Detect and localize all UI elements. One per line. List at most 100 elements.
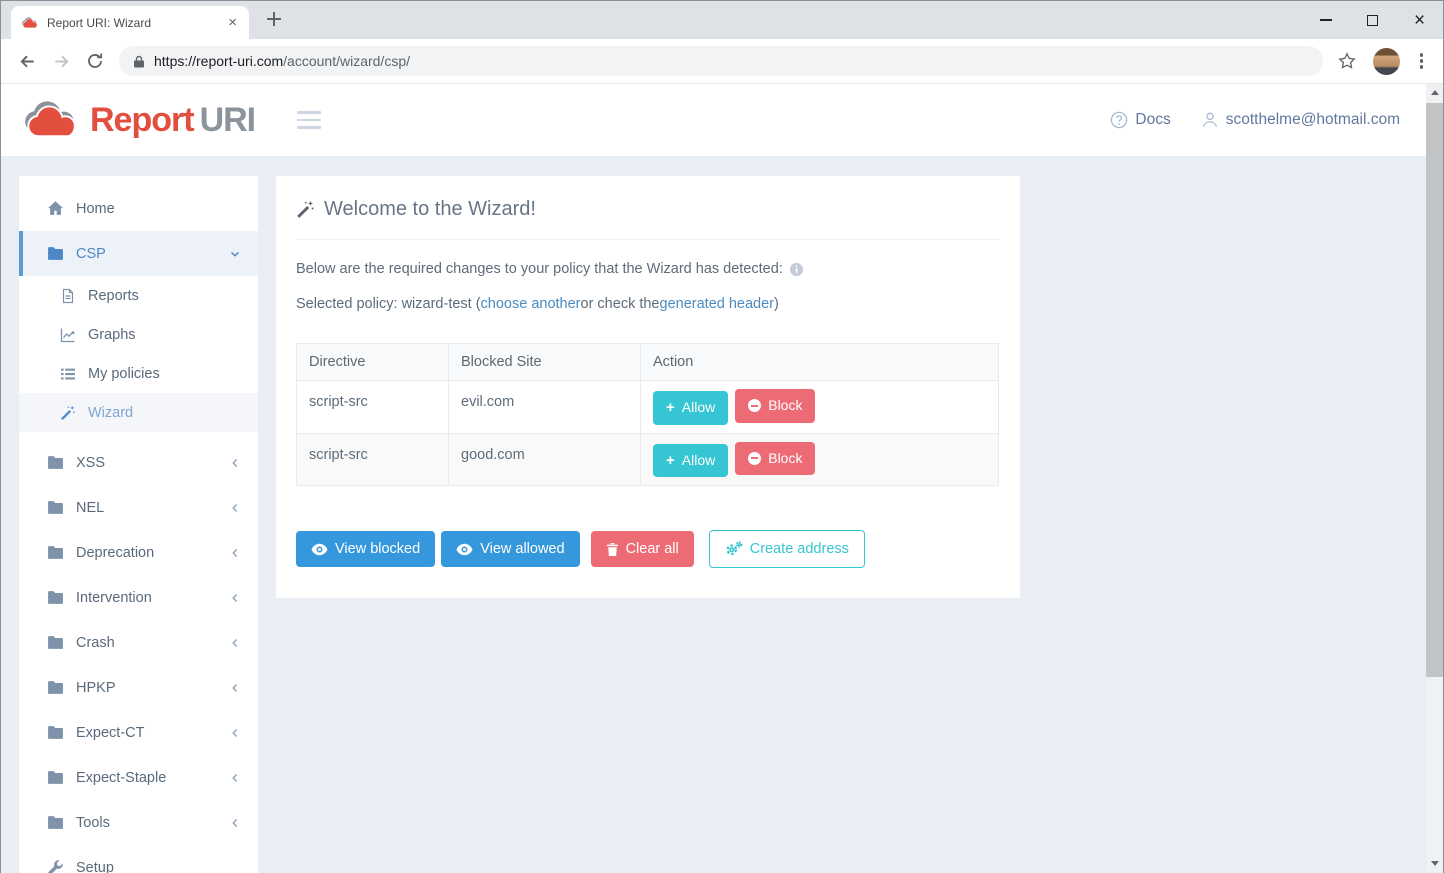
content-area: Home CSP Reports Graphs My policies Wiza… [1,156,1443,873]
view-allowed-button[interactable]: View allowed [441,531,579,567]
minus-circle-icon [748,452,761,465]
sidebar-item-expect-staple[interactable]: Expect-Staple [19,755,258,800]
list-icon [60,366,76,382]
col-directive: Directive [297,344,449,381]
docs-link[interactable]: Docs [1110,111,1170,129]
forward-button[interactable] [45,45,77,77]
site-header: ReportURI Docs scotthelme@hotmail.com [1,84,1443,156]
browser-tab[interactable]: Report URI: Wizard × [11,6,249,39]
sidebar-item-hpkp[interactable]: HPKP [19,665,258,710]
block-button[interactable]: Block [735,389,815,423]
wizard-table: Directive Blocked Site Action script-src… [296,343,999,486]
tab-title: Report URI: Wizard [47,16,216,30]
tab-close-icon[interactable]: × [224,15,241,30]
sidebar-item-label: My policies [88,366,160,382]
window-close-button[interactable]: × [1396,1,1443,39]
col-action: Action [641,344,999,381]
report-uri-logo[interactable]: ReportURI [25,101,255,140]
sidebar-item-home[interactable]: Home [19,186,258,231]
window-minimize-button[interactable] [1302,1,1349,39]
view-blocked-button[interactable]: View blocked [296,531,435,567]
table-row: script-src good.com +AllowBlock [297,433,999,486]
sidebar-item-xss[interactable]: XSS [19,440,258,485]
sidebar-item-tools[interactable]: Tools [19,800,258,845]
sidebar-item-deprecation[interactable]: Deprecation [19,530,258,575]
cell-action: +AllowBlock [641,381,999,434]
allow-button[interactable]: +Allow [653,444,728,478]
bookmark-button[interactable] [1331,45,1363,77]
magic-wand-icon [60,405,76,421]
folder-icon [47,589,64,606]
account-menu[interactable]: scotthelme@hotmail.com [1201,111,1400,129]
docs-label: Docs [1135,111,1170,129]
scrollbar-up-button[interactable] [1426,84,1443,101]
url-bar[interactable]: https://report-uri.com/account/wizard/cs… [119,46,1323,76]
header-right: Docs scotthelme@hotmail.com [1110,111,1400,129]
sidebar-item-label: Expect-Staple [76,770,166,786]
sidebar-item-graphs[interactable]: Graphs [19,315,258,354]
window-maximize-button[interactable] [1349,1,1396,39]
info-circle-icon[interactable] [789,262,804,277]
url-domain: https://report-uri.com [154,53,283,69]
chevron-down-icon [228,247,242,261]
cell-blocked-site: good.com [449,433,641,486]
eye-icon [456,543,473,556]
sidebar-item-intervention[interactable]: Intervention [19,575,258,620]
folder-icon [47,544,64,561]
scrollbar-down-button[interactable] [1426,855,1443,872]
sidebar-item-csp[interactable]: CSP [19,231,258,276]
chevron-left-icon [228,636,242,650]
gears-icon [725,541,743,557]
browser-menu-button[interactable] [1410,47,1434,75]
plus-icon: + [666,453,675,468]
generated-header-link[interactable]: generated header [660,296,775,312]
line-chart-icon [60,327,76,343]
actions-row: View blocked View allowed Clear all Crea… [296,530,1000,568]
sidebar-item-wizard[interactable]: Wizard [19,393,258,432]
chevron-left-icon [228,771,242,785]
scrollbar-thumb[interactable] [1426,103,1443,677]
page-title: Welcome to the Wizard! [324,198,536,221]
create-address-button[interactable]: Create address [709,530,865,568]
submenu-spacer [19,432,258,440]
triangle-up-icon [1431,90,1439,95]
sidebar-item-setup[interactable]: Setup [19,845,258,873]
browser-addressbar: https://report-uri.com/account/wizard/cs… [1,39,1443,84]
cell-action: +AllowBlock [641,433,999,486]
back-button[interactable] [11,45,43,77]
sidebar-item-crash[interactable]: Crash [19,620,258,665]
chevron-left-icon [228,456,242,470]
triangle-down-icon [1431,861,1439,866]
clear-all-button[interactable]: Clear all [591,531,694,567]
url-path: /account/wizard/csp/ [283,53,410,69]
plus-icon: + [666,400,675,415]
maximize-icon [1367,15,1378,26]
chevron-left-icon [228,726,242,740]
panel-header: Welcome to the Wizard! [276,176,1020,239]
selected-policy-line: Selected policy: wizard-test (choose ano… [296,296,1000,312]
sidebar-item-label: Crash [76,635,115,651]
folder-icon [47,769,64,786]
sidebar-item-reports[interactable]: Reports [19,276,258,315]
panel-body: Below are the required changes to your p… [276,240,1020,598]
dot [1420,53,1424,57]
block-button[interactable]: Block [735,442,815,476]
sidebar-item-label: HPKP [76,680,116,696]
sidebar-item-nel[interactable]: NEL [19,485,258,530]
minimize-icon [1320,19,1332,21]
new-tab-button[interactable] [261,6,287,32]
sidebar-toggle-button[interactable] [293,107,325,133]
page-scrollbar[interactable] [1426,84,1443,872]
folder-icon [47,724,64,741]
reload-button[interactable] [79,45,111,77]
wizard-panel: Welcome to the Wizard! Below are the req… [276,176,1020,598]
browser-profile-avatar[interactable] [1373,48,1400,75]
sidebar-item-expect-ct[interactable]: Expect-CT [19,710,258,755]
sidebar-item-my-policies[interactable]: My policies [19,354,258,393]
minus-circle-icon [748,399,761,412]
folder-icon [47,245,64,262]
allow-button[interactable]: +Allow [653,391,728,425]
choose-another-link[interactable]: choose another [481,296,581,312]
star-icon [1338,52,1356,70]
window-controls: × [1302,1,1443,39]
